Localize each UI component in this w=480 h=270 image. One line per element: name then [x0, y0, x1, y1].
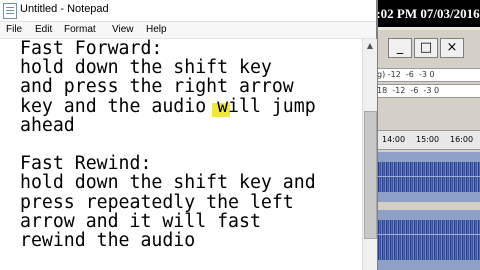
menu-edit[interactable]: Edit — [35, 24, 52, 35]
notepad-titlebar[interactable]: Untitled - Notepad — [0, 0, 376, 22]
text-line: and press the right arrow — [20, 76, 294, 98]
text-line: Fast Rewind: — [20, 153, 152, 175]
waveform-track-left[interactable] — [378, 152, 480, 202]
text-line: rewind the audio — [20, 230, 196, 252]
scroll-up-icon[interactable]: ▲ — [363, 39, 377, 53]
text-line: press repeatedly the left — [20, 191, 294, 213]
menu-format[interactable]: Format — [64, 24, 96, 35]
maximize-button[interactable]: □ — [414, 38, 438, 58]
menu-bar: File Edit Format View Help — [0, 22, 376, 39]
text-line: hold down the shift key — [20, 57, 272, 79]
text-line: key and the audio will jump — [20, 95, 316, 117]
text-editor[interactable]: Fast Forward: hold down the shift key an… — [0, 39, 362, 270]
menu-file[interactable]: File — [6, 24, 22, 35]
waveform-track-right[interactable] — [378, 210, 480, 270]
editor-content: Fast Forward: hold down the shift key an… — [20, 39, 316, 250]
window-title: Untitled - Notepad — [20, 3, 109, 15]
text-line: ahead — [20, 114, 75, 136]
minimize-button[interactable]: _ — [388, 38, 412, 58]
playback-meter: g) -12 -6 -3 0 — [376, 68, 480, 82]
text-line: hold down the shift key and — [20, 172, 316, 194]
ruler-tick: 14:00 — [382, 135, 406, 144]
menu-view[interactable]: View — [112, 24, 134, 35]
notepad-icon — [3, 3, 17, 19]
menu-help[interactable]: Help — [146, 24, 167, 35]
text-line: Fast Forward: — [20, 39, 163, 59]
text-line: arrow and it will fast — [20, 210, 261, 232]
timeline-ruler[interactable]: 14:00 15:00 16:00 — [376, 130, 480, 150]
close-button[interactable]: × — [440, 38, 464, 58]
ruler-tick: 16:00 — [450, 135, 474, 144]
scrollbar-thumb[interactable] — [364, 111, 377, 239]
ruler-tick: 15:00 — [416, 135, 440, 144]
vertical-scrollbar[interactable]: ▲ — [362, 39, 377, 270]
recording-meter: 18 -12 -6 -3 0 — [376, 84, 480, 98]
notepad-window: Untitled - Notepad File Edit Format View… — [0, 0, 378, 270]
